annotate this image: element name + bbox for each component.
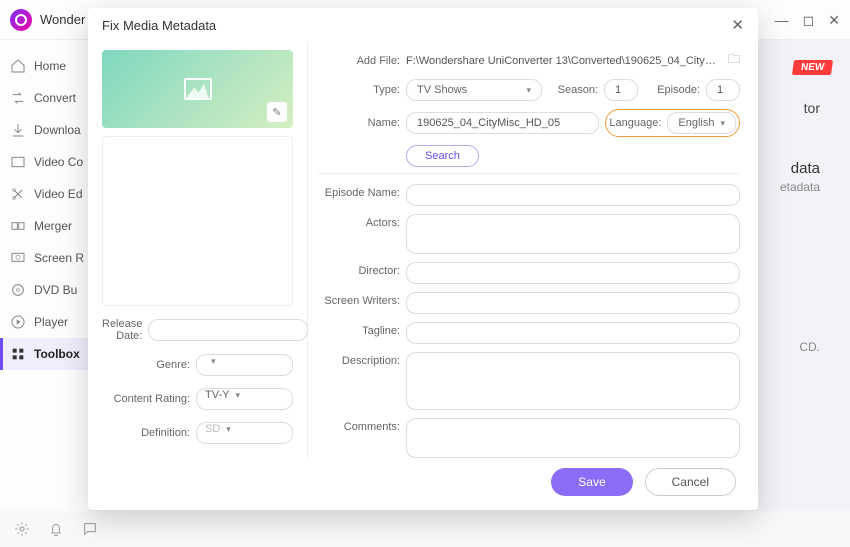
modal-title: Fix Media Metadata [102, 18, 216, 33]
new-badge: NEW [792, 60, 833, 75]
sidebar-item-downloader[interactable]: Downloa [0, 114, 89, 146]
bg-text: data [791, 160, 820, 177]
sidebar-label: Convert [34, 91, 76, 105]
name-label: Name: [318, 117, 400, 129]
sidebar: Home Convert Downloa Video Co Video Ed M… [0, 40, 90, 511]
modal-footer: Save Cancel [88, 458, 758, 510]
language-label: Language: [609, 117, 661, 129]
download-icon [10, 122, 26, 138]
compress-icon [10, 154, 26, 170]
sidebar-item-toolbox[interactable]: Toolbox [0, 338, 89, 370]
comments-input[interactable] [406, 418, 740, 458]
file-path-text: F:\Wondershare UniConverter 13\Converted… [406, 55, 718, 67]
modal-header: Fix Media Metadata ✕ [88, 8, 758, 42]
director-input[interactable] [406, 262, 740, 284]
toolbox-icon [10, 346, 26, 362]
bg-text: etadata [780, 180, 820, 194]
language-select[interactable]: English [667, 112, 736, 134]
record-icon [10, 250, 26, 266]
sidebar-item-dvd-burner[interactable]: DVD Bu [0, 274, 89, 306]
divider [318, 173, 740, 174]
sidebar-label: Player [34, 315, 68, 329]
sidebar-label: Downloa [34, 123, 81, 137]
director-label: Director: [318, 262, 400, 277]
name-input[interactable]: 190625_04_CityMisc_HD_05 [406, 112, 599, 134]
fix-metadata-modal: Fix Media Metadata ✕ ✎ Release Date: Gen… [88, 8, 758, 510]
sidebar-label: Video Co [34, 155, 83, 169]
type-label: Type: [318, 84, 400, 96]
screenwriters-label: Screen Writers: [318, 292, 400, 307]
minimize-button[interactable]: — [775, 13, 789, 27]
sidebar-item-converter[interactable]: Convert [0, 82, 89, 114]
merge-icon [10, 218, 26, 234]
description-input[interactable] [406, 352, 740, 410]
sidebar-item-player[interactable]: Player [0, 306, 89, 338]
app-logo [10, 9, 32, 31]
episode-name-input[interactable] [406, 184, 740, 206]
sidebar-label: DVD Bu [34, 283, 77, 297]
episode-label: Episode: [644, 84, 700, 96]
cancel-button[interactable]: Cancel [645, 468, 736, 496]
home-icon [10, 58, 26, 74]
sidebar-label: Video Ed [34, 187, 83, 201]
actors-input[interactable] [406, 214, 740, 254]
actors-label: Actors: [318, 214, 400, 229]
content-rating-select[interactable]: TV-Y [196, 388, 293, 410]
sidebar-item-screen-recorder[interactable]: Screen R [0, 242, 89, 274]
folder-icon[interactable]: 🗀 [728, 50, 740, 71]
description-label: Description: [318, 352, 400, 367]
language-highlight: Language: English [605, 109, 740, 137]
play-icon [10, 314, 26, 330]
modal-right-panel: Add File: F:\Wondershare UniConverter 13… [308, 42, 758, 458]
sidebar-label: Home [34, 59, 66, 73]
screenwriters-input[interactable] [406, 292, 740, 314]
tagline-label: Tagline: [318, 322, 400, 337]
genre-label: Genre: [102, 359, 190, 371]
footer-bar [0, 511, 850, 547]
scissors-icon [10, 186, 26, 202]
bg-text: CD. [799, 340, 820, 354]
tagline-input[interactable] [406, 322, 740, 344]
sidebar-label: Screen R [34, 251, 84, 265]
disc-icon [10, 282, 26, 298]
content-rating-label: Content Rating: [102, 393, 190, 405]
sidebar-item-video-editor[interactable]: Video Ed [0, 178, 89, 210]
edit-preview-button[interactable]: ✎ [267, 102, 287, 122]
save-button[interactable]: Save [551, 468, 632, 496]
maximize-button[interactable]: ◻ [803, 13, 815, 27]
search-button[interactable]: Search [406, 145, 479, 167]
bg-text: tor [804, 100, 820, 116]
addfile-label: Add File: [318, 55, 400, 67]
sidebar-item-home[interactable]: Home [0, 50, 89, 82]
media-preview: ✎ [102, 50, 293, 128]
convert-icon [10, 90, 26, 106]
thumbnail-placeholder [102, 136, 293, 306]
sidebar-item-merger[interactable]: Merger [0, 210, 89, 242]
episode-name-label: Episode Name: [318, 184, 400, 199]
window-controls: — ◻ ✕ [775, 13, 840, 27]
definition-label: Definition: [102, 427, 190, 439]
sidebar-label: Toolbox [34, 347, 80, 361]
genre-select[interactable] [196, 354, 293, 376]
sidebar-item-video-compressor[interactable]: Video Co [0, 146, 89, 178]
release-date-label: Release Date: [102, 318, 142, 342]
close-icon[interactable]: ✕ [731, 16, 744, 34]
season-input[interactable]: 1 [604, 79, 638, 101]
bell-icon[interactable] [48, 521, 64, 537]
episode-input[interactable]: 1 [706, 79, 740, 101]
comments-label: Comments: [318, 418, 400, 433]
app-title: Wonder [40, 12, 85, 27]
definition-select[interactable]: SD [196, 422, 293, 444]
sidebar-label: Merger [34, 219, 72, 233]
feedback-icon[interactable] [82, 521, 98, 537]
modal-left-panel: ✎ Release Date: Genre: Content Rating: T… [88, 42, 308, 458]
image-placeholder-icon [184, 78, 212, 100]
close-window-button[interactable]: ✕ [828, 13, 840, 27]
settings-icon[interactable] [14, 521, 30, 537]
type-select[interactable]: TV Shows [406, 79, 542, 101]
release-date-input[interactable] [148, 319, 308, 341]
season-label: Season: [548, 84, 598, 96]
